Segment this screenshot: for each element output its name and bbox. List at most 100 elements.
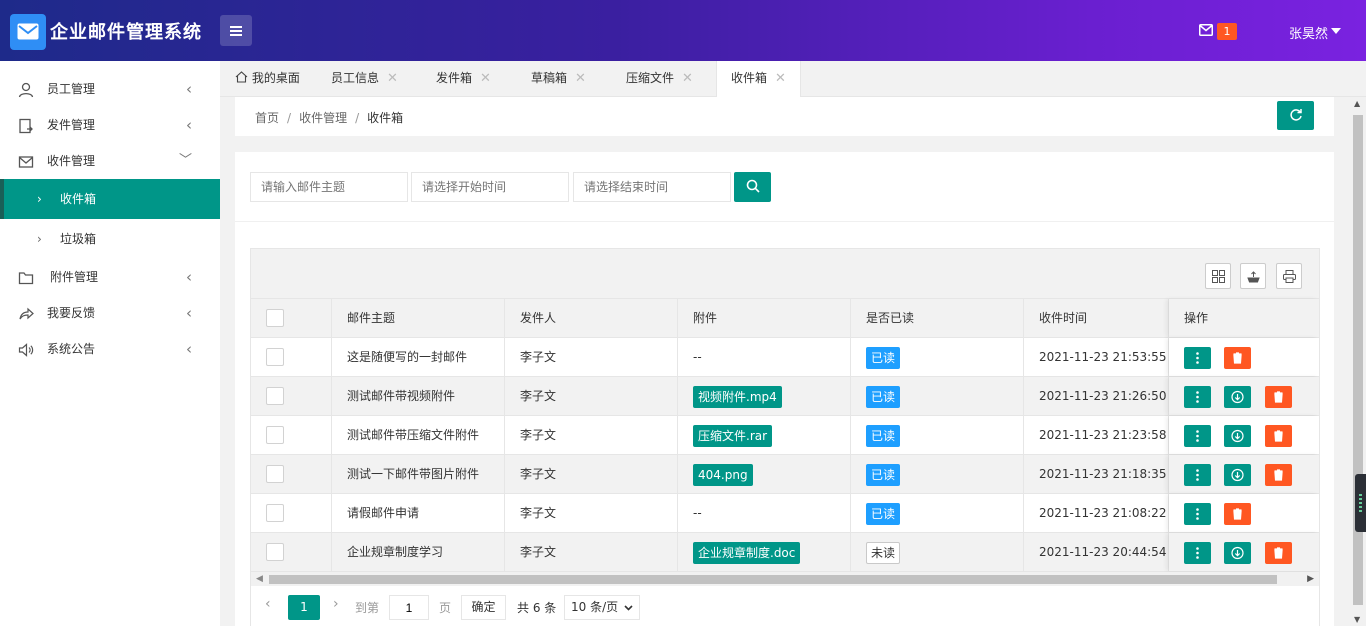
user-name[interactable]: 张昊然 (1289, 23, 1328, 42)
row-checkbox-cell (251, 455, 332, 493)
more-button[interactable] (1184, 425, 1211, 447)
close-icon[interactable]: ✕ (575, 71, 586, 86)
delete-button[interactable] (1265, 425, 1292, 447)
attachment-link[interactable]: 企业规章制度.doc (693, 541, 801, 564)
next-page-icon[interactable]: › (333, 596, 339, 612)
download-button[interactable] (1224, 464, 1251, 486)
menu-toggle-button[interactable] (220, 15, 252, 46)
sender-cell: 李子文 (505, 416, 678, 454)
scroll-right-arrow-icon[interactable]: ▶ (1307, 572, 1314, 586)
chevron-left-icon: ‹ (186, 304, 192, 322)
prev-page-icon[interactable]: ‹ (265, 596, 271, 612)
tab-desktop[interactable]: 我的桌面 (235, 61, 300, 97)
page-tabs: 我的桌面 员工信息 ✕ 发件箱 ✕ 草稿箱 ✕ 压缩文件 ✕ 收件箱 ✕ (220, 61, 1366, 98)
close-icon[interactable]: ✕ (775, 71, 786, 86)
download-button[interactable] (1224, 425, 1251, 447)
subject-cell: 这是随便写的一封邮件 (332, 338, 505, 376)
export-button[interactable] (1240, 263, 1266, 289)
subject-cell: 测试邮件带压缩文件附件 (332, 416, 505, 454)
column-header[interactable]: 是否已读 (851, 299, 1024, 337)
sidebar-item-attachments[interactable]: 附件管理 ‹ (0, 259, 220, 295)
sidebar-item-employee[interactable]: 员工管理 ‹ (0, 71, 220, 107)
sidebar-item-send[interactable]: 发件管理 ‹ (0, 107, 220, 143)
breadcrumb-home[interactable]: 首页 (255, 111, 279, 125)
column-header[interactable]: 附件 (678, 299, 851, 337)
goto-page-input[interactable] (389, 595, 429, 620)
page-vertical-scrollbar[interactable]: ▲ ▼ (1350, 97, 1366, 626)
column-header[interactable]: 收件时间 (1024, 299, 1169, 337)
download-button[interactable] (1224, 542, 1251, 564)
end-time-input[interactable] (573, 172, 731, 202)
mail-notification-icon[interactable] (1199, 24, 1213, 36)
column-header[interactable]: 邮件主题 (332, 299, 505, 337)
download-button[interactable] (1224, 386, 1251, 408)
goto-label: 到第 (355, 601, 380, 615)
refresh-button[interactable] (1277, 101, 1314, 130)
close-icon[interactable]: ✕ (682, 71, 693, 86)
subject-search-input[interactable] (250, 172, 408, 202)
current-page[interactable]: 1 (288, 595, 320, 620)
table-row[interactable]: 测试邮件带压缩文件附件 李子文 压缩文件.rar 已读 2021-11-23 2… (251, 416, 1319, 455)
start-time-input[interactable] (411, 172, 569, 202)
scroll-down-arrow-icon[interactable]: ▼ (1354, 615, 1360, 624)
attachment-link[interactable]: 压缩文件.rar (693, 424, 773, 447)
row-checkbox[interactable] (266, 426, 284, 444)
tab-drafts[interactable]: 草稿箱 ✕ (531, 61, 586, 97)
breadcrumb-section[interactable]: 收件管理 (299, 111, 347, 125)
page-size-select[interactable]: 10 条/页 (564, 595, 640, 620)
delete-button[interactable] (1265, 542, 1292, 564)
table-row[interactable]: 企业规章制度学习 李子文 企业规章制度.doc 未读 2021-11-23 20… (251, 533, 1319, 572)
table-row[interactable]: 测试邮件带视频附件 李子文 视频附件.mp4 已读 2021-11-23 21:… (251, 377, 1319, 416)
table-row[interactable]: 请假邮件申请 李子文 -- 已读 2021-11-23 21:08:22 (251, 494, 1319, 533)
delete-button[interactable] (1265, 464, 1292, 486)
row-checkbox[interactable] (266, 504, 284, 522)
tab-employee-info[interactable]: 员工信息 ✕ (331, 61, 398, 97)
column-filter-button[interactable] (1205, 263, 1231, 289)
more-button[interactable] (1184, 464, 1211, 486)
more-button[interactable] (1184, 347, 1211, 369)
tab-inbox[interactable]: 收件箱 ✕ (716, 61, 801, 98)
table-row[interactable]: 这是随便写的一封邮件 李子文 -- 已读 2021-11-23 21:53:55 (251, 338, 1319, 377)
horizontal-scrollbar[interactable]: ◀ ▶ (251, 572, 1319, 586)
print-button[interactable] (1276, 263, 1302, 289)
more-button[interactable] (1184, 542, 1211, 564)
more-vertical-icon (1196, 547, 1199, 559)
row-checkbox[interactable] (266, 348, 284, 366)
sidebar-item-feedback[interactable]: 我要反馈 ‹ (0, 295, 220, 331)
share-icon (19, 307, 34, 320)
delete-button[interactable] (1265, 386, 1292, 408)
received-time-cell: 2021-11-23 21:18:35 (1024, 455, 1169, 493)
chevron-down-icon: ﹀ (178, 153, 192, 168)
table-row[interactable]: 测试一下邮件带图片附件 李子文 404.png 已读 2021-11-23 21… (251, 455, 1319, 494)
more-vertical-icon (1196, 508, 1199, 520)
user-dropdown-caret-icon[interactable] (1331, 28, 1341, 34)
row-checkbox[interactable] (266, 543, 284, 561)
attachment-link[interactable]: 视频附件.mp4 (693, 385, 782, 408)
delete-button[interactable] (1224, 503, 1251, 525)
row-checkbox[interactable] (266, 387, 284, 405)
more-button[interactable] (1184, 503, 1211, 525)
download-icon (1231, 429, 1244, 443)
tab-compressed[interactable]: 压缩文件 ✕ (626, 61, 693, 97)
side-widget-icon[interactable] (1355, 474, 1366, 532)
select-all-checkbox[interactable] (266, 309, 284, 327)
scroll-left-arrow-icon[interactable]: ◀ (256, 572, 263, 586)
scroll-up-arrow-icon[interactable]: ▲ (1354, 99, 1360, 108)
sidebar-subitem-trash[interactable]: › 垃圾箱 (0, 219, 220, 259)
scrollbar-thumb[interactable] (269, 575, 1277, 584)
page-unit-label: 页 (439, 601, 452, 615)
sidebar-subitem-inbox[interactable]: › 收件箱 (0, 179, 220, 219)
goto-confirm-button[interactable]: 确定 (461, 595, 506, 620)
attachment-link[interactable]: 404.png (693, 463, 753, 486)
tab-outbox[interactable]: 发件箱 ✕ (436, 61, 491, 97)
search-button[interactable] (734, 172, 771, 202)
inbox-panel: 邮件主题 发件人 附件 是否已读 收件时间 操作 这是随便写的一封邮件 李子文 … (235, 152, 1334, 626)
sidebar-item-receive[interactable]: 收件管理 ﹀ (0, 143, 220, 179)
sidebar-item-announcement[interactable]: 系统公告 ‹ (0, 331, 220, 367)
row-checkbox[interactable] (266, 465, 284, 483)
more-button[interactable] (1184, 386, 1211, 408)
close-icon[interactable]: ✕ (387, 71, 398, 86)
delete-button[interactable] (1224, 347, 1251, 369)
column-header[interactable]: 发件人 (505, 299, 678, 337)
close-icon[interactable]: ✕ (480, 71, 491, 86)
